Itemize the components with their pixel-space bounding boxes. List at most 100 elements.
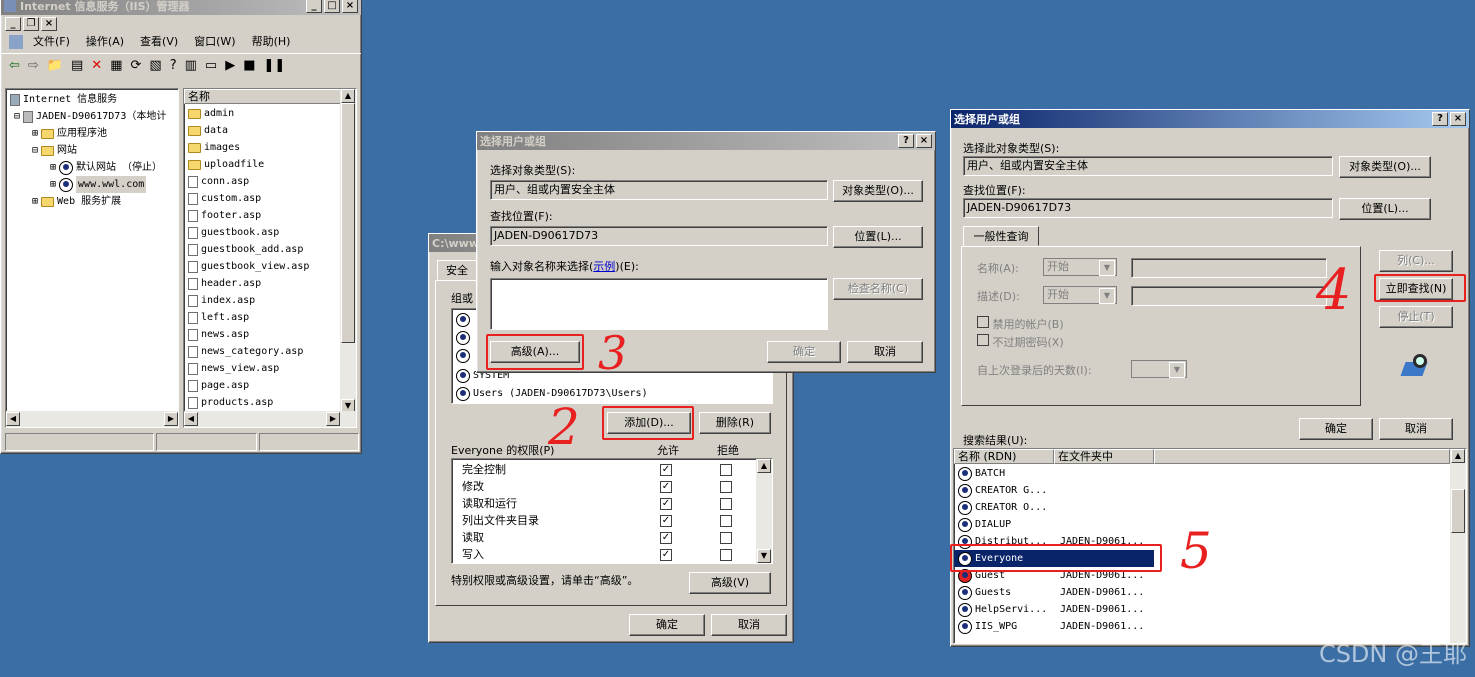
play-icon[interactable]: ▶: [225, 58, 235, 73]
collapse-icon[interactable]: ⊟: [14, 108, 20, 125]
delete-icon[interactable]: ✕: [91, 58, 102, 73]
result-row[interactable]: CREATOR O...: [954, 499, 1450, 516]
up-folder-icon[interactable]: 📁: [47, 58, 63, 73]
ok-button[interactable]: 确定: [767, 341, 841, 363]
file-list-header-name[interactable]: 名称: [184, 89, 342, 104]
minimize-button[interactable]: _: [306, 0, 322, 13]
list-item[interactable]: header.asp: [184, 275, 342, 292]
no-expire-checkbox[interactable]: 不过期密码(X): [977, 334, 1064, 350]
mdi-minimize-button[interactable]: _: [5, 17, 21, 31]
result-row[interactable]: CREATOR G...: [954, 482, 1450, 499]
allow-checkbox[interactable]: ✓: [660, 497, 672, 510]
tree-item-wwl-site[interactable]: ⊞ www.wwl.com: [6, 176, 178, 193]
list-item[interactable]: custom.asp: [184, 190, 342, 207]
help-button[interactable]: ?: [1432, 112, 1448, 126]
list-item[interactable]: admin: [184, 105, 342, 122]
select-dialog-title-bar[interactable]: 选择用户或组 ? ×: [477, 132, 935, 150]
file-vscrollbar[interactable]: ▲ ▼: [340, 89, 356, 413]
list-item[interactable]: guestbook.asp: [184, 224, 342, 241]
list-item[interactable]: page.asp: [184, 377, 342, 394]
columns-button[interactable]: 列(C)...: [1379, 250, 1453, 272]
deny-checkbox[interactable]: [720, 463, 732, 476]
tab-security[interactable]: 安全: [437, 260, 477, 280]
close-button[interactable]: ×: [342, 0, 358, 13]
file-hscrollbar[interactable]: ◀ ▶: [184, 411, 356, 427]
iis-title-bar[interactable]: Internet 信息服务（IIS）管理器 _ □ ×: [1, 0, 361, 15]
deny-checkbox[interactable]: [720, 548, 732, 561]
locations-button[interactable]: 位置(L)...: [1339, 198, 1431, 220]
results-vscrollbar[interactable]: ▲: [1450, 449, 1466, 643]
scroll-right-icon[interactable]: ▶: [164, 412, 178, 426]
refresh-icon[interactable]: ⟳: [131, 58, 142, 73]
object-types-button[interactable]: 对象类型(O)...: [833, 180, 923, 202]
pause-icon[interactable]: ❚❚: [264, 58, 286, 73]
stop-button[interactable]: 停止(T): [1379, 306, 1453, 328]
help-icon[interactable]: ?: [170, 58, 177, 73]
allow-checkbox[interactable]: ✓: [660, 480, 672, 493]
collapse-icon[interactable]: ⊟: [32, 142, 38, 159]
back-arrow-icon[interactable]: ⇦: [9, 58, 20, 73]
menu-window[interactable]: 窗口(W): [194, 31, 235, 53]
cancel-button[interactable]: 取消: [847, 341, 923, 363]
list-item[interactable]: uploadfile: [184, 156, 342, 173]
scroll-up-icon[interactable]: ▲: [757, 459, 771, 473]
mdi-restore-button[interactable]: ❐: [23, 17, 39, 31]
remove-button[interactable]: 删除(R): [699, 412, 771, 434]
column-header-name[interactable]: 名称 (RDN): [954, 449, 1054, 464]
checkbox[interactable]: [977, 316, 989, 328]
maximize-button[interactable]: □: [324, 0, 340, 13]
perm-vscrollbar[interactable]: ▲ ▼: [756, 459, 772, 563]
deny-checkbox[interactable]: [720, 514, 732, 527]
expand-icon[interactable]: ⊞: [32, 125, 38, 142]
list-item[interactable]: products.asp: [184, 394, 342, 411]
tree-item-app-pools[interactable]: ⊞ 应用程序池: [6, 125, 178, 142]
close-button[interactable]: ×: [1450, 112, 1466, 126]
list-item[interactable]: guestbook_add.asp: [184, 241, 342, 258]
scroll-up-icon[interactable]: ▲: [341, 89, 355, 103]
window-icon[interactable]: ▥: [185, 58, 197, 73]
mdi-close-button[interactable]: ×: [41, 17, 57, 31]
list-item[interactable]: [452, 329, 470, 346]
expand-icon[interactable]: ⊞: [50, 176, 56, 193]
menu-view[interactable]: 查看(V): [140, 31, 178, 53]
properties-icon[interactable]: ▦: [110, 58, 122, 73]
tree-item-sites[interactable]: ⊟ 网站: [6, 142, 178, 159]
help-button[interactable]: ?: [898, 134, 914, 148]
scroll-up-icon[interactable]: ▲: [1451, 449, 1465, 463]
list-item[interactable]: conn.asp: [184, 173, 342, 190]
result-row[interactable]: HelpServi... JADEN-D9061...: [954, 601, 1450, 618]
deny-checkbox[interactable]: [720, 480, 732, 493]
export-icon[interactable]: ▧: [149, 58, 161, 73]
scroll-right-icon[interactable]: ▶: [326, 412, 340, 426]
allow-checkbox[interactable]: ✓: [660, 463, 672, 476]
name-query-input[interactable]: [1131, 258, 1327, 278]
tree-item-web-ext[interactable]: ⊞ Web 服务扩展: [6, 193, 178, 210]
desc-start-select[interactable]: 开始: [1043, 286, 1117, 304]
tree-item-server[interactable]: ⊟ JADEN-D90617D73（本地计: [6, 108, 178, 125]
tree-item-root[interactable]: Internet 信息服务: [6, 91, 178, 108]
show-tree-icon[interactable]: ▤: [71, 58, 83, 73]
allow-checkbox[interactable]: ✓: [660, 514, 672, 527]
expand-icon[interactable]: ⊞: [32, 193, 38, 210]
result-row[interactable]: IIS_WPG JADEN-D9061...: [954, 618, 1450, 635]
desc-query-input[interactable]: [1131, 286, 1327, 306]
tab-common-queries[interactable]: 一般性查询: [963, 226, 1039, 246]
tree-hscrollbar[interactable]: ◀ ▶: [6, 411, 178, 427]
advanced-dialog-title-bar[interactable]: 选择用户或组 ? ×: [951, 110, 1469, 128]
deny-checkbox[interactable]: [720, 497, 732, 510]
scroll-down-icon[interactable]: ▼: [757, 549, 771, 563]
stop-icon[interactable]: ■: [243, 58, 255, 73]
forward-arrow-icon[interactable]: ⇨: [28, 58, 39, 73]
cancel-button[interactable]: 取消: [711, 614, 787, 636]
list-item[interactable]: footer.asp: [184, 207, 342, 224]
scroll-left-icon[interactable]: ◀: [6, 412, 20, 426]
close-button[interactable]: ×: [916, 134, 932, 148]
list-item[interactable]: index.asp: [184, 292, 342, 309]
list-item[interactable]: news_view.asp: [184, 360, 342, 377]
allow-checkbox[interactable]: ✓: [660, 548, 672, 561]
examples-link[interactable]: 示例: [593, 260, 615, 273]
list-item[interactable]: news.asp: [184, 326, 342, 343]
scroll-left-icon[interactable]: ◀: [184, 412, 198, 426]
menu-action[interactable]: 操作(A): [86, 31, 124, 53]
disabled-accounts-checkbox[interactable]: 禁用的帐户(B): [977, 316, 1064, 332]
